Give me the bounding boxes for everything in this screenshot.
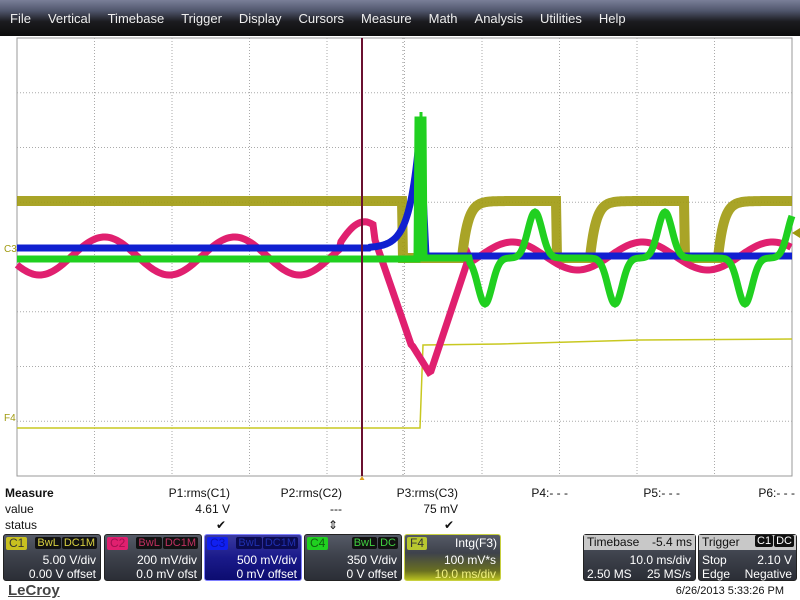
f4-tag: F4: [407, 537, 428, 550]
menu-cursors[interactable]: Cursors: [299, 11, 345, 26]
measure-p2-name[interactable]: P2:rms(C2): [222, 486, 342, 500]
trigger-mode: Stop: [702, 553, 727, 567]
timebase-box[interactable]: Timebase -5.4 ms 10.0 ms/div 2.50 MS 25 …: [583, 534, 696, 581]
c2-flags: BwL DC1M: [136, 537, 198, 549]
trigger-source: C1: [755, 535, 774, 547]
trigger-level: 2.10 V: [757, 553, 792, 567]
measure-p3-status: ✔: [443, 518, 454, 532]
trigger-coupling: DC: [774, 535, 794, 547]
c2-vdiv: 200 mV/div: [136, 553, 197, 567]
measure-p1-name[interactable]: P1:rms(C1): [110, 486, 230, 500]
f4-function: Intg(F3): [454, 536, 497, 550]
timebase-delay: -5.4 ms: [651, 535, 692, 549]
channel-c2-box[interactable]: C2 BwL DC1M 200 mV/div 0.0 mV ofst: [104, 534, 202, 581]
measure-p2-status: ⇕: [327, 518, 338, 532]
f4-scale: 100 mV*s: [443, 553, 496, 567]
measure-p2-value: ---: [330, 502, 342, 516]
date-time: 6/26/2013 5:33:26 PM: [675, 585, 784, 597]
menu-math[interactable]: Math: [429, 11, 458, 26]
c3-offset: 0 mV offset: [236, 567, 297, 581]
trigger-label: Trigger: [702, 535, 740, 549]
c2-offset: 0.0 mV ofst: [136, 567, 197, 581]
f4-marker-label: F4: [4, 413, 16, 424]
menu-measure[interactable]: Measure: [361, 11, 412, 26]
lecroy-logo[interactable]: LeCroy: [8, 582, 60, 599]
c4-flags: BwL DC: [351, 537, 398, 549]
menu-utilities[interactable]: Utilities: [540, 11, 582, 26]
math-f4-box[interactable]: F4 Intg(F3) 100 mV*s 10.0 ms/div: [404, 534, 501, 581]
right-level-marker[interactable]: [792, 228, 800, 238]
waveform-display[interactable]: C3 F4: [0, 36, 800, 480]
menu-file[interactable]: File: [10, 11, 31, 26]
trigger-slope: Negative: [744, 567, 792, 581]
channel-c1-box[interactable]: C1 BwL DC1M 5.00 V/div 0.00 V offset: [3, 534, 101, 581]
measure-p3-value: 75 mV: [423, 502, 458, 516]
timebase-tdiv: 10.0 ms/div: [629, 553, 691, 567]
timebase-samples: 2.50 MS: [587, 567, 632, 581]
trigger-type: Edge: [702, 567, 731, 581]
measure-value-label: value: [5, 502, 34, 516]
timebase-rate: 25 MS/s: [646, 567, 691, 581]
measure-p3-name[interactable]: P3:rms(C3): [338, 486, 458, 500]
menu-timebase[interactable]: Timebase: [108, 11, 165, 26]
trigger-header: Trigger C1 DC: [699, 535, 796, 550]
c4-vdiv: 350 V/div: [346, 553, 397, 567]
menu-vertical[interactable]: Vertical: [48, 11, 91, 26]
trigger-position-marker[interactable]: [357, 476, 367, 480]
c4-tag: C4: [307, 537, 329, 550]
measure-p5-name[interactable]: P5:- - -: [560, 486, 680, 500]
measure-p4-name[interactable]: P4:- - -: [448, 486, 568, 500]
c3-vdiv: 500 mV/div: [236, 553, 297, 567]
measure-p6-name[interactable]: P6:- - -: [675, 486, 795, 500]
c1-flags: BwL DC1M: [35, 537, 97, 549]
measure-p1-status: ✔: [215, 518, 226, 532]
menu-help[interactable]: Help: [599, 11, 626, 26]
channel-c4-box[interactable]: C4 BwL DC 350 V/div 0 V offset: [304, 534, 402, 581]
timebase-label: Timebase: [587, 535, 640, 549]
measure-title: Measure: [5, 486, 54, 500]
c3-marker-label: C3: [4, 244, 17, 255]
menu-display[interactable]: Display: [239, 11, 282, 26]
menu-trigger[interactable]: Trigger: [181, 11, 222, 26]
c1-tag: C1: [6, 537, 28, 550]
timebase-header: Timebase -5.4 ms: [584, 535, 695, 550]
menu-bar: File Vertical Timebase Trigger Display C…: [0, 0, 800, 36]
channel-c3-box[interactable]: C3 BwL DC1M 500 mV/div 0 mV offset: [204, 534, 302, 581]
menu-analysis[interactable]: Analysis: [475, 11, 523, 26]
c1-offset: 0.00 V offset: [28, 567, 96, 581]
measure-p1-value: 4.61 V: [195, 502, 230, 516]
f4-tdiv: 10.0 ms/div: [434, 567, 496, 581]
c3-flags: BwL DC1M: [236, 537, 298, 549]
c3-tag: C3: [207, 537, 229, 550]
c4-offset: 0 V offset: [346, 567, 397, 581]
measure-table: Measure value status P1:rms(C1) 4.61 V ✔ P2…: [0, 486, 800, 534]
c1-vdiv: 5.00 V/div: [42, 553, 96, 567]
trigger-box[interactable]: Trigger C1 DC Stop 2.10 V Edge Negative: [698, 534, 797, 581]
measure-status-label: status: [5, 518, 38, 532]
c2-tag: C2: [107, 537, 129, 550]
